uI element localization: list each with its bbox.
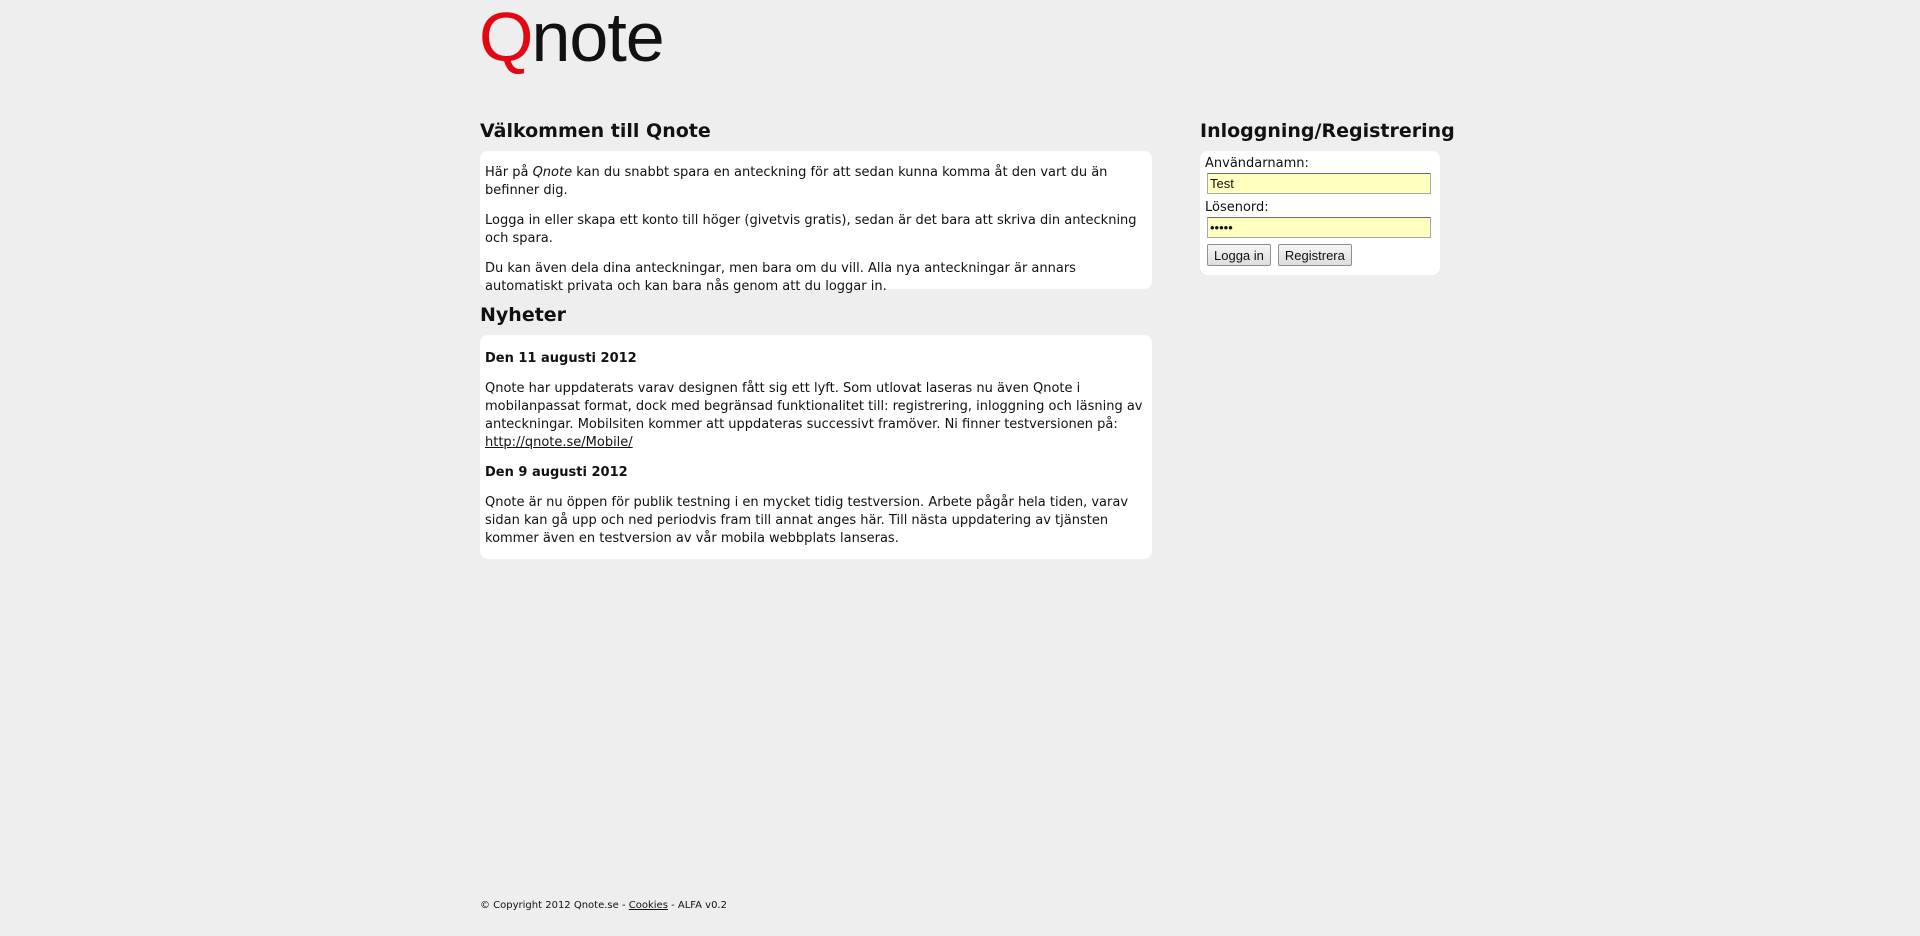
welcome-p1-after: kan du snabbt spara en anteckning för at… bbox=[485, 165, 1108, 198]
welcome-title: Välkommen till Qnote bbox=[480, 120, 711, 142]
news-date: Den 9 augusti 2012 bbox=[485, 465, 628, 480]
login-buttons: Logga in Registrera bbox=[1207, 244, 1432, 266]
password-label: Lösenord: bbox=[1205, 200, 1269, 215]
page: Qnote Välkommen till Qnote Här på Qnote … bbox=[0, 0, 1920, 936]
news-text: Qnote har uppdaterats varav designen fåt… bbox=[485, 380, 1147, 452]
qnote-logo[interactable]: Qnote bbox=[479, 0, 665, 76]
welcome-paragraph-3: Du kan även dela dina anteckningar, men … bbox=[485, 261, 1076, 294]
mobile-site-link[interactable]: http://qnote.se/Mobile/ bbox=[485, 435, 633, 450]
login-column: Inloggning/Registrering Användarnamn: Lö… bbox=[1200, 117, 1455, 275]
logo-q-letter: Q bbox=[479, 0, 533, 76]
login-title: Inloggning/Registrering bbox=[1200, 120, 1455, 142]
logo-note-text: note bbox=[531, 0, 664, 76]
username-label: Användarnamn: bbox=[1205, 156, 1309, 171]
news-date: Den 11 augusti 2012 bbox=[485, 351, 637, 366]
welcome-p1-before: Här på bbox=[485, 165, 533, 180]
news-text: Qnote är nu öppen för publik testning i … bbox=[485, 495, 1129, 546]
login-box: Användarnamn: Lösenord: Logga in Registr… bbox=[1200, 151, 1440, 275]
welcome-box: Här på Qnote kan du snabbt spara en ante… bbox=[480, 151, 1152, 294]
cookies-link[interactable]: Cookies bbox=[629, 900, 668, 911]
password-input[interactable] bbox=[1207, 217, 1431, 238]
welcome-p1-brand: Qnote bbox=[532, 165, 573, 180]
footer-copyright: © Copyright 2012 Qnote.se - bbox=[480, 900, 629, 911]
footer: © Copyright 2012 Qnote.se - Cookies - AL… bbox=[480, 899, 727, 913]
news-title: Nyheter bbox=[480, 304, 567, 326]
main-column: Välkommen till Qnote Här på Qnote kan du… bbox=[480, 117, 1152, 559]
news-text-body: Qnote har uppdaterats varav designen fåt… bbox=[485, 381, 1143, 432]
username-input[interactable] bbox=[1207, 173, 1431, 194]
register-button[interactable]: Registrera bbox=[1277, 244, 1352, 266]
footer-version: - ALFA v0.2 bbox=[667, 900, 727, 911]
login-button[interactable]: Logga in bbox=[1207, 244, 1271, 266]
welcome-paragraph-2: Logga in eller skapa ett konto till höge… bbox=[485, 213, 1137, 246]
news-box: Den 11 augusti 2012 Qnote har uppdaterat… bbox=[480, 335, 1152, 559]
welcome-paragraph-1: Här på Qnote kan du snabbt spara en ante… bbox=[485, 164, 1147, 200]
